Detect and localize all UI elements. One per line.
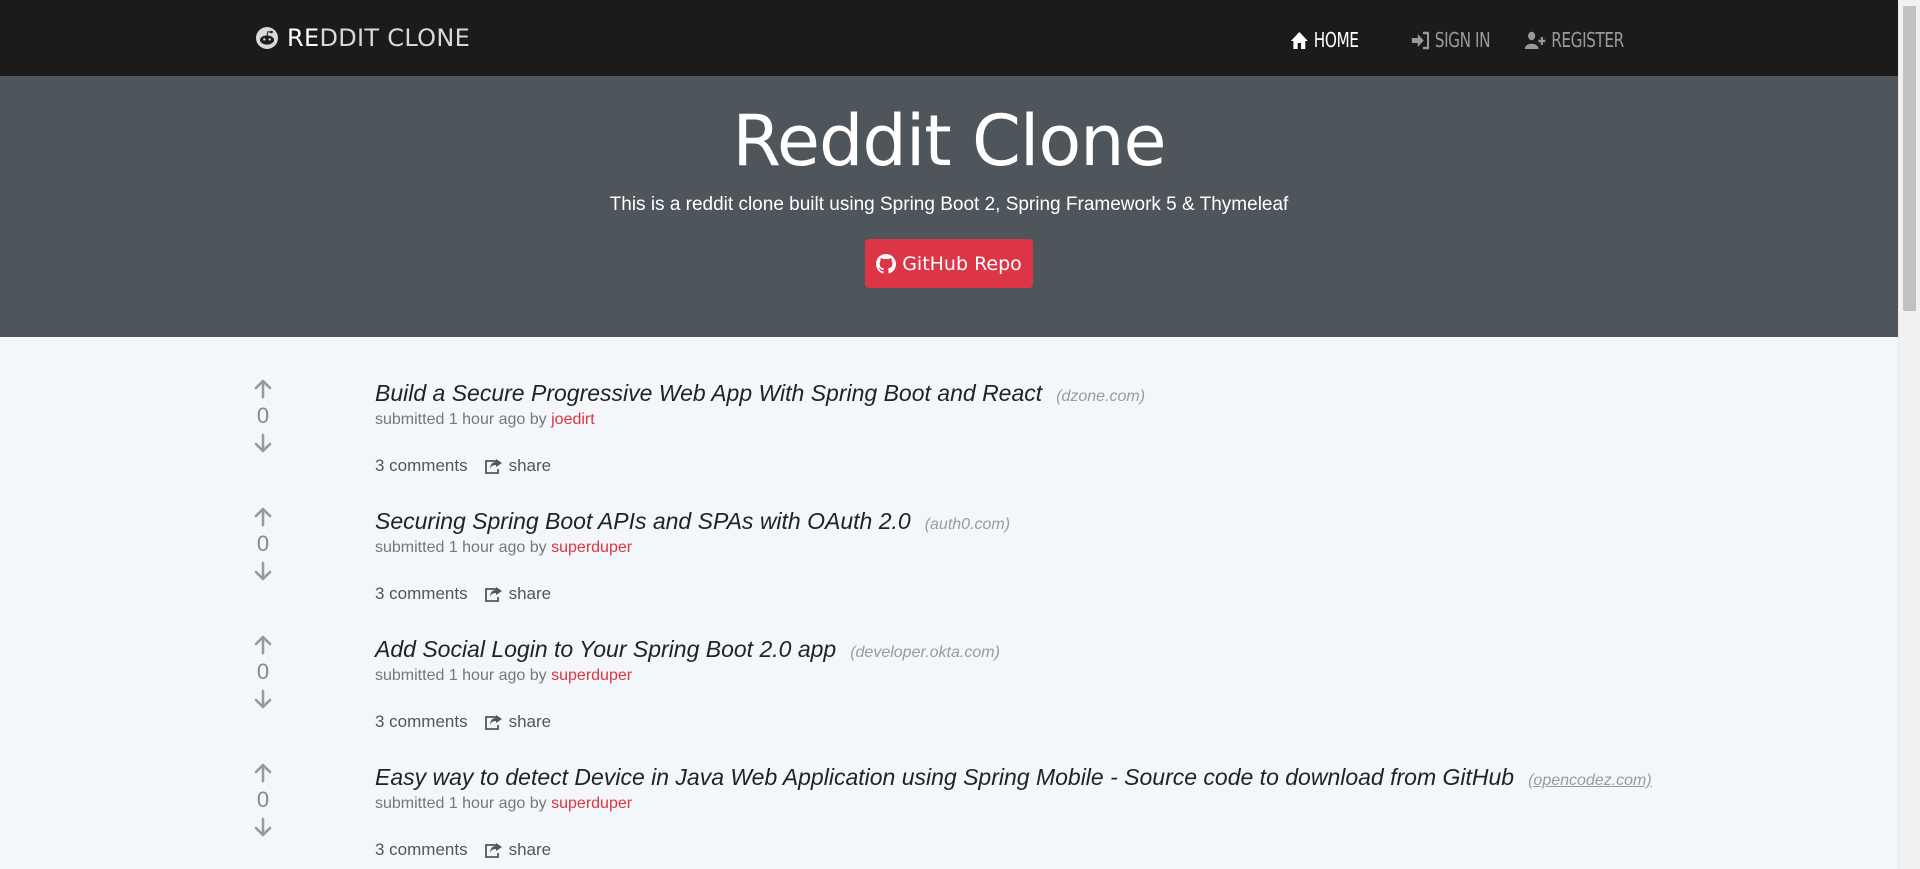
nav-sign-in-link[interactable]: SIGN IN xyxy=(1411,28,1490,52)
upvote-arrow-icon[interactable] xyxy=(253,379,273,399)
post-body: Add Social Login to Your Spring Boot 2.0… xyxy=(375,636,1000,732)
vote-count: 0 xyxy=(256,531,270,556)
share-link[interactable]: share xyxy=(484,840,552,860)
post-meta: submitted 1 hour ago by joedirt xyxy=(375,411,1145,429)
downvote-arrow-icon[interactable] xyxy=(253,561,273,581)
brand-text-rest: DDIT CLONE xyxy=(319,24,471,52)
home-icon xyxy=(1290,31,1308,49)
nav-register-link[interactable]: REGISTER xyxy=(1524,28,1624,52)
downvote-arrow-icon[interactable] xyxy=(253,689,273,709)
brand-text: REDDIT CLONE xyxy=(287,24,470,52)
post-meta: submitted 1 hour ago by superduper xyxy=(375,539,1010,557)
post-author-link[interactable]: superduper xyxy=(551,539,632,556)
post-title-link[interactable]: Add Social Login to Your Spring Boot 2.0… xyxy=(375,636,836,662)
comments-link[interactable]: 3 comments xyxy=(375,840,468,860)
post-item: 0 Add Social Login to Your Spring Boot 2… xyxy=(0,593,1898,731)
post-meta: submitted 1 hour ago by superduper xyxy=(375,667,1000,685)
post-title-link[interactable]: Securing Spring Boot APIs and SPAs with … xyxy=(375,508,911,534)
share-label: share xyxy=(508,840,552,859)
vote-controls: 0 xyxy=(248,379,278,453)
post-actions: 3 comments share xyxy=(375,840,1652,860)
hero-jumbotron: Reddit Clone This is a reddit clone buil… xyxy=(0,76,1898,337)
nav-home-link[interactable]: HOME xyxy=(1290,28,1359,52)
post-submitted-text: submitted 1 hour ago by xyxy=(375,411,547,428)
reddit-logo-icon xyxy=(256,27,278,49)
nav-register-label: REGISTER xyxy=(1550,28,1624,52)
post-body: Build a Secure Progressive Web App With … xyxy=(375,380,1145,476)
post-title-link[interactable]: Easy way to detect Device in Java Web Ap… xyxy=(375,764,1514,790)
post-body: Easy way to detect Device in Java Web Ap… xyxy=(375,764,1652,860)
post-author-link[interactable]: superduper xyxy=(551,795,632,812)
vote-controls: 0 xyxy=(248,635,278,709)
post-author-link[interactable]: joedirt xyxy=(551,411,595,428)
post-domain[interactable]: (developer.okta.com) xyxy=(850,644,1000,661)
github-repo-button-label: GitHub Repo xyxy=(902,252,1022,275)
brand-link[interactable]: REDDIT CLONE xyxy=(255,24,470,52)
upvote-arrow-icon[interactable] xyxy=(253,635,273,655)
post-domain[interactable]: (dzone.com) xyxy=(1056,388,1145,405)
vote-count: 0 xyxy=(256,403,270,428)
vote-controls: 0 xyxy=(248,763,278,837)
top-navbar: REDDIT CLONE HOME SIGN IN REGISTER xyxy=(0,0,1898,76)
post-item: 0 Easy way to detect Device in Java Web … xyxy=(0,721,1898,859)
github-icon xyxy=(876,253,897,274)
nav-home-label: HOME xyxy=(1313,28,1359,52)
downvote-arrow-icon[interactable] xyxy=(253,433,273,453)
vote-controls: 0 xyxy=(248,507,278,581)
hero-title: Reddit Clone xyxy=(732,100,1166,182)
post-author-link[interactable]: superduper xyxy=(551,667,632,684)
post-item: 0 Build a Secure Progressive Web App Wit… xyxy=(0,337,1898,475)
brand-text-prefix: RE xyxy=(287,24,320,52)
upvote-arrow-icon[interactable] xyxy=(253,763,273,783)
post-submitted-text: submitted 1 hour ago by xyxy=(375,667,547,684)
post-item: 0 Securing Spring Boot APIs and SPAs wit… xyxy=(0,465,1898,603)
share-icon xyxy=(484,843,502,858)
vote-count: 0 xyxy=(256,659,270,684)
nav-sign-in-label: SIGN IN xyxy=(1434,28,1490,52)
scrollbar-thumb[interactable] xyxy=(1903,6,1916,311)
vertical-scrollbar[interactable] xyxy=(1898,0,1920,869)
post-domain[interactable]: (opencodez.com) xyxy=(1528,772,1652,789)
post-submitted-text: submitted 1 hour ago by xyxy=(375,539,547,556)
nav-links: HOME SIGN IN REGISTER xyxy=(1290,28,1673,52)
post-meta: submitted 1 hour ago by superduper xyxy=(375,795,1652,813)
upvote-arrow-icon[interactable] xyxy=(253,507,273,527)
github-repo-button[interactable]: GitHub Repo xyxy=(865,239,1033,288)
post-title-link[interactable]: Build a Secure Progressive Web App With … xyxy=(375,380,1042,406)
user-plus-icon xyxy=(1524,31,1545,49)
comments-label: 3 comments xyxy=(375,840,468,859)
vote-count: 0 xyxy=(256,787,270,812)
post-domain[interactable]: (auth0.com) xyxy=(925,516,1010,533)
sign-in-icon xyxy=(1411,31,1429,49)
post-body: Securing Spring Boot APIs and SPAs with … xyxy=(375,508,1010,604)
downvote-arrow-icon[interactable] xyxy=(253,817,273,837)
post-submitted-text: submitted 1 hour ago by xyxy=(375,795,547,812)
hero-subtitle: This is a reddit clone built using Sprin… xyxy=(609,194,1289,215)
